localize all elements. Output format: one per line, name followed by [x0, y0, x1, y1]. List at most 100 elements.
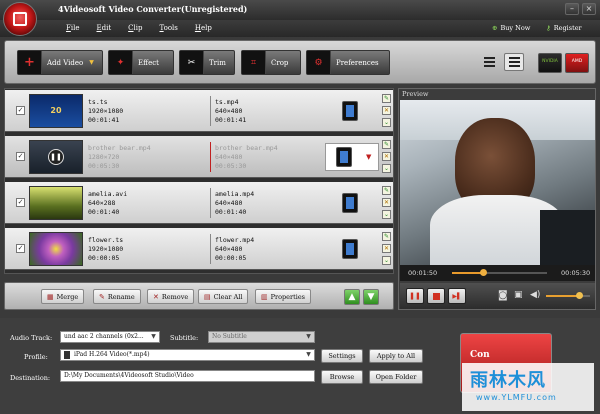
file-checkbox[interactable]: ✓	[16, 244, 25, 253]
timeline-bar: 00:01:50 00:05:30	[400, 265, 595, 281]
rename-icon: ✎	[99, 292, 105, 301]
clear-all-button[interactable]: ▤ Clear All	[198, 289, 249, 304]
effect-button[interactable]: ✦ Effect	[108, 50, 174, 75]
register-link[interactable]: ⚷ Register	[546, 24, 582, 32]
output-duration: 00:01:40	[215, 208, 247, 216]
source-duration: 00:01:41	[88, 116, 120, 124]
next-frame-button[interactable]: ▶▌	[448, 288, 466, 304]
register-label: Register	[553, 24, 582, 32]
video-thumbnail	[29, 186, 83, 220]
source-resolution: 1920×1080	[88, 245, 124, 253]
divider	[210, 188, 211, 218]
file-row[interactable]: ✓ ❚❚ brother bear.mp4 1280×720 00:05:30 …	[5, 136, 393, 178]
output-resolution: 640×480	[215, 245, 243, 253]
trim-button[interactable]: ✂ Trim	[179, 50, 235, 75]
ipad-icon[interactable]	[342, 101, 358, 121]
current-time: 00:01:50	[408, 269, 438, 277]
profile-select[interactable]: iPad H.264 Video(*.mp4) ▼	[60, 349, 315, 361]
audio-track-select[interactable]: und aac 2 channels (0x2... ▼	[60, 331, 160, 343]
menu-help[interactable]: Help	[195, 24, 212, 32]
output-name: flower.mp4	[215, 236, 255, 244]
row-actions: ✎ ✕ ⌄	[382, 186, 391, 219]
ipad-icon[interactable]	[342, 193, 358, 213]
menu-file[interactable]: File	[66, 24, 79, 32]
source-info: brother bear.mp4 1280×720 00:05:30	[88, 144, 151, 171]
pause-icon: ❚❚	[409, 292, 421, 300]
stop-button[interactable]	[427, 288, 445, 304]
output-resolution: 640×480	[215, 199, 243, 207]
file-checkbox[interactable]: ✓	[16, 152, 25, 161]
profile-dropdown[interactable]: ▼	[325, 143, 379, 171]
list-view-icon[interactable]	[479, 53, 499, 71]
ipad-icon[interactable]	[342, 239, 358, 259]
edit-icon[interactable]: ✎	[382, 186, 391, 195]
file-row[interactable]: ✓ amelia.avi 640×288 00:01:40 amelia.mp4…	[5, 182, 393, 224]
chevron-down-icon: ▼	[151, 333, 156, 340]
profile-label: Profile:	[24, 353, 48, 361]
volume-icon[interactable]: ◀)	[530, 290, 540, 300]
subtitle-select[interactable]: No Subtitle ▼	[208, 331, 315, 343]
expand-icon[interactable]: ⌄	[382, 164, 391, 173]
merge-button[interactable]: ▦ Merge	[41, 289, 85, 304]
seek-handle[interactable]	[480, 269, 488, 276]
remove-button[interactable]: ✕ Remove	[147, 289, 195, 304]
seek-bar[interactable]	[452, 269, 547, 276]
minimize-button[interactable]: –	[565, 3, 579, 15]
watermark-title: 雨林木风	[470, 370, 546, 391]
camera-icon[interactable]: ◙	[498, 290, 508, 301]
expand-icon[interactable]: ⌄	[382, 118, 391, 127]
cockpit-panel	[540, 210, 595, 265]
source-name: flower.ts	[88, 236, 124, 244]
menu-edit[interactable]: Edit	[96, 24, 111, 32]
crop-button[interactable]: ⌗ Crop	[241, 50, 301, 75]
detail-view-icon[interactable]	[504, 53, 524, 71]
dropdown-arrow-icon[interactable]: ▼	[89, 59, 94, 66]
buy-now-link[interactable]: ⊕ Buy Now	[492, 24, 530, 32]
close-button[interactable]: ×	[582, 3, 596, 15]
settings-button[interactable]: Settings	[321, 349, 363, 363]
browse-button[interactable]: Browse	[321, 370, 363, 384]
file-row[interactable]: ✓ flower.ts 1920×1080 00:00:05 flower.mp…	[5, 228, 393, 270]
preferences-button[interactable]: ⚙ Preferences	[306, 50, 390, 75]
divider	[210, 96, 211, 126]
rename-button[interactable]: ✎ Rename	[93, 289, 141, 304]
delete-icon[interactable]: ✕	[382, 244, 391, 253]
row-actions: ✎ ✕ ⌄	[382, 94, 391, 127]
open-folder-button[interactable]: Open Folder	[369, 370, 423, 384]
file-row[interactable]: ✓ 20 ts.ts 1920×1080 00:01:41 ts.mp4 640…	[5, 90, 393, 132]
move-up-button[interactable]: ▲	[344, 289, 360, 305]
delete-icon[interactable]: ✕	[382, 198, 391, 207]
pause-button[interactable]: ❚❚	[406, 288, 424, 304]
expand-icon[interactable]: ⌄	[382, 256, 391, 265]
file-checkbox[interactable]: ✓	[16, 106, 25, 115]
menu-list: File Edit Clip Tools Help	[66, 24, 212, 32]
volume-slider[interactable]	[546, 292, 590, 299]
app-window: 4Videosoft Video Converter(Unregistered)…	[0, 0, 600, 414]
pause-icon[interactable]: ❚❚	[48, 149, 64, 165]
edit-icon[interactable]: ✎	[382, 232, 391, 241]
expand-icon[interactable]: ⌄	[382, 210, 391, 219]
menu-clip[interactable]: Clip	[128, 24, 142, 32]
file-checkbox[interactable]: ✓	[16, 198, 25, 207]
menu-tools[interactable]: Tools	[159, 24, 177, 32]
delete-icon[interactable]: ✕	[382, 106, 391, 115]
apply-to-all-button[interactable]: Apply to All	[369, 349, 423, 363]
folder-icon[interactable]: ▣	[514, 290, 523, 300]
app-logo	[3, 2, 37, 36]
watermark-logo: 雨林木风 www.YLMFU.com	[462, 363, 594, 411]
properties-button[interactable]: ▥ Properties	[255, 289, 312, 304]
add-video-button[interactable]: + Add Video ▼	[17, 50, 103, 75]
output-info: ts.mp4 640×480 00:01:41	[215, 98, 246, 125]
edit-icon[interactable]: ✎	[382, 94, 391, 103]
delete-icon[interactable]: ✕	[382, 152, 391, 161]
edit-icon[interactable]: ✎	[382, 140, 391, 149]
source-info: ts.ts 1920×1080 00:01:41	[88, 98, 123, 125]
output-duration: 00:05:30	[215, 162, 247, 170]
source-info: amelia.avi 640×288 00:01:40	[88, 190, 127, 217]
volume-handle[interactable]	[576, 292, 583, 299]
main-toolbar: + Add Video ▼ ✦ Effect ✂ Trim ⌗ Crop ⚙ P…	[4, 40, 596, 84]
destination-value: D:\My Documents\4Videosoft Studio\Video	[64, 372, 194, 379]
destination-input[interactable]: D:\My Documents\4Videosoft Studio\Video	[60, 370, 315, 382]
move-down-button[interactable]: ▼	[363, 289, 379, 305]
crop-label: Crop	[271, 58, 289, 67]
